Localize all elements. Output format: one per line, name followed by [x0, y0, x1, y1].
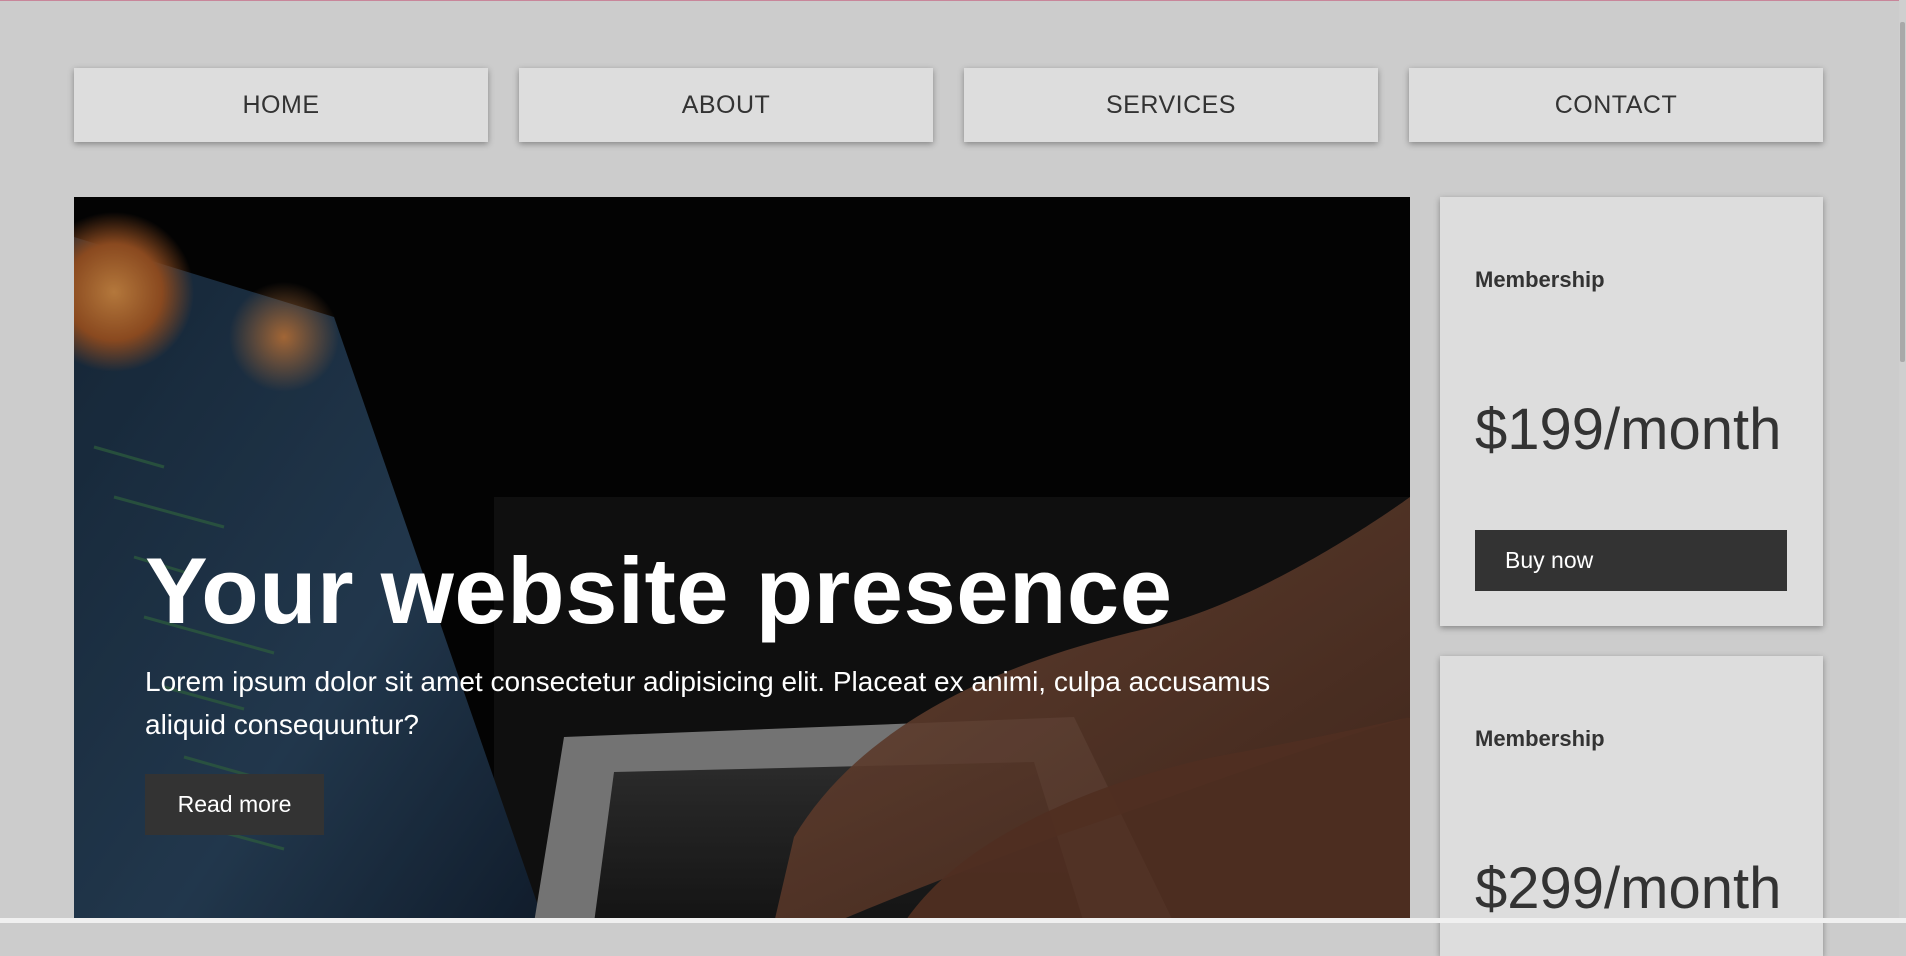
bottom-edge [0, 918, 1906, 923]
hero-title: Your website presence [145, 538, 1173, 643]
hero-description: Lorem ipsum dolor sit amet consectetur a… [145, 666, 1271, 740]
read-more-button[interactable]: Read more [145, 774, 324, 835]
nav-contact-link[interactable]: CONTACT [1409, 68, 1823, 142]
vertical-scrollbar[interactable] [1899, 0, 1906, 923]
card-price: $299/month [1475, 856, 1782, 921]
pricing-card: Membership $199/month Buy now [1440, 197, 1823, 626]
main-nav: HOME ABOUT SERVICES CONTACT [74, 68, 1823, 142]
scrollbar-thumb[interactable] [1900, 22, 1905, 362]
pricing-card: Membership $299/month [1440, 656, 1823, 956]
nav-services-link[interactable]: SERVICES [964, 68, 1378, 142]
card-title: Membership [1475, 267, 1605, 292]
card-price: $199/month [1475, 397, 1782, 462]
nav-about-link[interactable]: ABOUT [519, 68, 933, 142]
card-title: Membership [1475, 726, 1605, 751]
nav-home-link[interactable]: HOME [74, 68, 488, 142]
buy-now-button[interactable]: Buy now [1475, 530, 1787, 591]
hero-section: Your website presence Lorem ipsum dolor … [74, 197, 1410, 923]
top-accent-line [0, 0, 1906, 1]
